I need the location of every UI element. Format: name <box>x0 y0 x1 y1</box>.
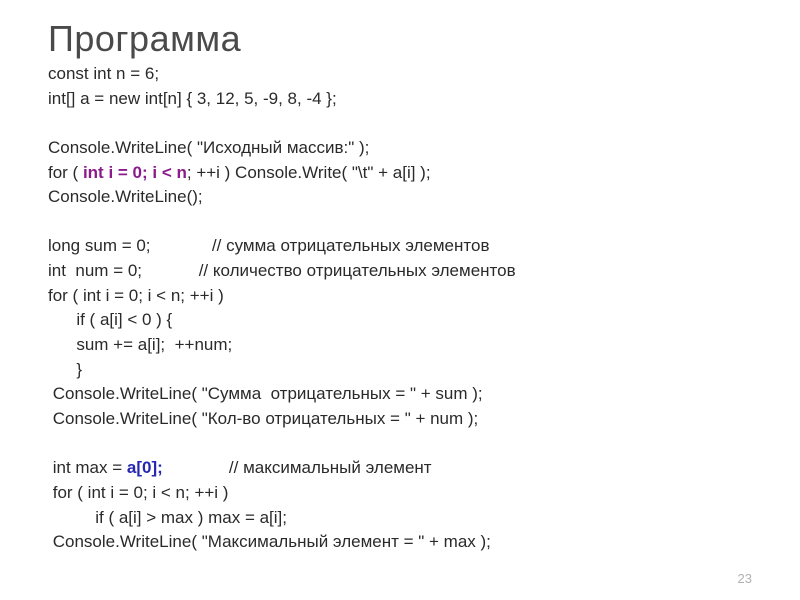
code-line: if ( a[i] < 0 ) { <box>48 310 172 329</box>
code-line: long sum = 0; // сумма отрицательных эле… <box>48 236 489 255</box>
code-line: for ( int i = 0; i < n; ++i ) <box>48 286 224 305</box>
code-block: const int n = 6; int[] a = new int[n] { … <box>48 62 752 555</box>
slide-title: Программа <box>48 18 752 60</box>
code-line: for ( <box>48 163 83 182</box>
code-line: for ( int i = 0; i < n; ++i ) <box>48 483 228 502</box>
code-line: Console.WriteLine( "Кол-во отрицательных… <box>48 409 478 428</box>
slide-container: Программа const int n = 6; int[] a = new… <box>0 0 800 600</box>
code-line: } <box>48 360 82 379</box>
code-line: int num = 0; // количество отрицательных… <box>48 261 516 280</box>
code-line: ; ++i ) Console.Write( "\t" + a[i] ); <box>187 163 431 182</box>
code-line: sum += a[i]; ++num; <box>48 335 232 354</box>
code-emph-max: a[0]; <box>127 458 163 477</box>
code-line: int max = <box>48 458 127 477</box>
code-line: if ( a[i] > max ) max = a[i]; <box>48 508 287 527</box>
code-line: Console.WriteLine( "Сумма отрицательных … <box>48 384 483 403</box>
code-emph-loop: int i = 0; i < n <box>83 163 187 182</box>
code-line: const int n = 6; <box>48 64 159 83</box>
code-line: Console.WriteLine(); <box>48 187 203 206</box>
code-line: Console.WriteLine( "Максимальный элемент… <box>48 532 491 551</box>
code-line: // максимальный элемент <box>163 458 432 477</box>
code-line: Console.WriteLine( "Исходный массив:" ); <box>48 138 369 157</box>
code-line: int[] a = new int[n] { 3, 12, 5, -9, 8, … <box>48 89 337 108</box>
page-number: 23 <box>738 571 752 586</box>
